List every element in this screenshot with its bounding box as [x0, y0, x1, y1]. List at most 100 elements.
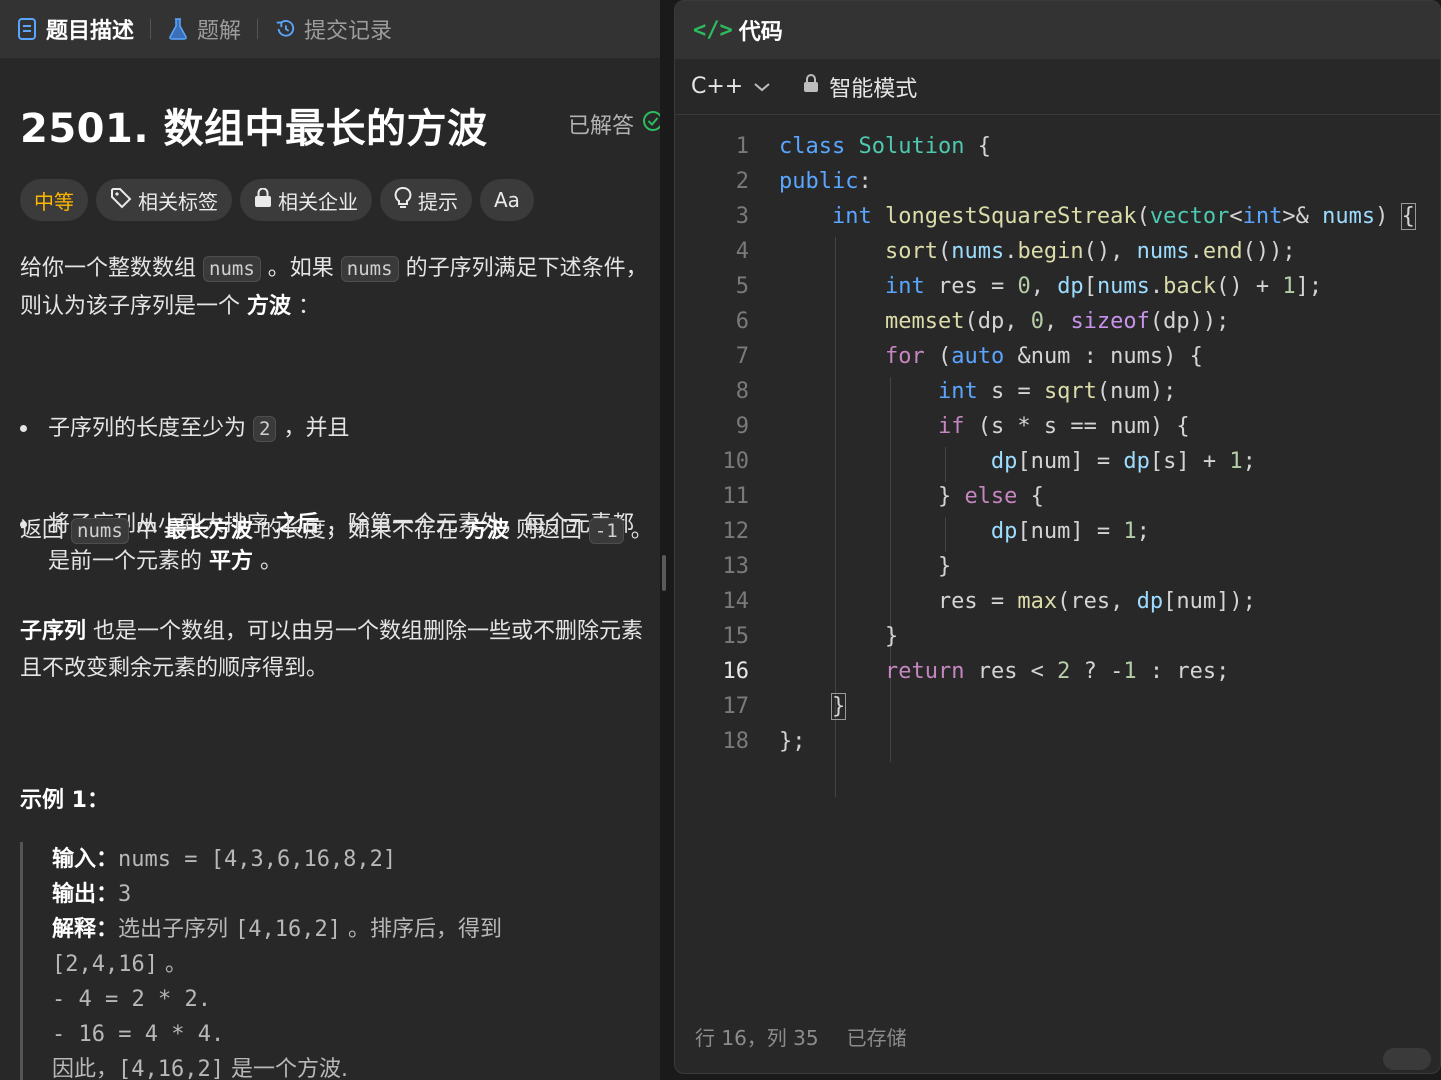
code-text: }; [779, 729, 806, 754]
code-line: 14 res = max(res, dp[num]); [675, 584, 1440, 619]
lock-icon [803, 74, 819, 99]
example-input: 输入：nums = [4,3,6,16,8,2] [52, 842, 660, 877]
code-line: 5 int res = 0, dp[nums.back() + 1]; [675, 269, 1440, 304]
code-editor[interactable]: 1 class Solution { 2 public: 3 int longest… [675, 129, 1440, 797]
line-number: 17 [722, 694, 750, 719]
example-explanation: 解释：选出子序列 [4,16,2] 。排序后，得到 [52, 912, 660, 947]
lock-icon [254, 187, 272, 213]
text: 则返回 [515, 518, 582, 543]
line-number: 4 [735, 239, 749, 264]
companies-button[interactable]: 相关企业 [240, 179, 372, 221]
code-text: dp[num] = dp[s] + 1; [990, 449, 1256, 474]
tab-description-label: 题目描述 [46, 19, 135, 44]
tab-submissions[interactable]: 提交记录 [274, 0, 392, 58]
code-line: 10 dp[num] = dp[s] + 1; [675, 444, 1440, 479]
tab-divider [257, 19, 259, 39]
code-text: } [779, 554, 952, 579]
line-number: 2 [735, 169, 749, 194]
code-line: 16 return res < 2 ? -1 : res; [675, 654, 1440, 689]
text: 。 [260, 549, 283, 574]
code-text: } [830, 693, 847, 720]
line-number: 10 [722, 449, 750, 474]
history-icon [274, 18, 296, 40]
text: 。如果 [267, 256, 334, 281]
solved-status: 已解答 [568, 108, 660, 140]
difficulty-badge: 中等 [20, 179, 88, 221]
language-select[interactable]: C++ [691, 74, 771, 99]
label: 输出： [52, 882, 119, 907]
problem-title: 2501. 数组中最长的方波 [20, 106, 488, 152]
line-number: 13 [722, 554, 750, 579]
code-panel-header: </> 代码 [675, 1, 1440, 59]
code-line: 18}; [675, 724, 1440, 759]
code-text: int s = sqrt(num); [937, 379, 1177, 404]
tab-description[interactable]: 题目描述 [16, 0, 134, 58]
value: nums = [4,3,6,16,8,2] [118, 847, 397, 872]
tags-button[interactable]: 相关标签 [96, 179, 232, 221]
line-number: 9 [735, 414, 749, 439]
label: 输入： [52, 847, 119, 872]
code-text: } [779, 624, 899, 649]
text: 也是一个数组，可以由另一个数组删除一些或不删除元素且不改变剩余元素的顺序得到。 [20, 619, 644, 681]
flask-icon [167, 18, 189, 40]
example-title: 示例 1： [20, 788, 109, 813]
translate-button[interactable]: Aa [480, 179, 534, 221]
text: 中 [135, 518, 158, 543]
code-text: class Solution { [779, 134, 991, 159]
problem-panel: 题目描述 题解 提交记录 2501. 数组中最长的方波 已解答 中等 相关标签 … [0, 0, 660, 1080]
code-text: int res = 0, dp[nums.back() + 1]; [884, 274, 1323, 299]
lightbulb-icon [394, 186, 412, 214]
line-number: 8 [735, 379, 749, 404]
example-block: 输入：nums = [4,3,6,16,8,2] 输出：3 解释：选出子序列 [… [20, 842, 660, 1080]
tab-solutions[interactable]: 题解 [167, 0, 241, 58]
hint-button[interactable]: 提示 [380, 179, 472, 221]
example-line: 因此，[4,16,2] 是一个方波. [52, 1052, 660, 1080]
text: 的长度，如果不存在 [259, 518, 458, 543]
line-number: 14 [722, 589, 750, 614]
line-number: 1 [735, 134, 749, 159]
code-line: 2 public: [675, 164, 1440, 199]
tag-icon [110, 187, 132, 214]
example-line: - 4 = 2 * 2. [52, 987, 211, 1012]
code-text: memset(dp, 0, sizeof(dp)); [884, 309, 1230, 334]
translate-icon: Aa [494, 188, 520, 212]
code-line: 13 } [675, 549, 1440, 584]
line-number: 6 [735, 309, 749, 334]
line-number: 7 [735, 344, 749, 369]
mode-label: 智能模式 [829, 76, 918, 102]
problem-title-row: 2501. 数组中最长的方波 已解答 [20, 98, 660, 152]
inline-code: nums [71, 518, 129, 544]
code-text: public: [779, 169, 872, 194]
line-number: 12 [722, 519, 750, 544]
difficulty-label: 中等 [34, 189, 74, 214]
code-text: if (s * s == num) { [937, 414, 1190, 439]
value: [4,16,2] [118, 1057, 224, 1080]
code-line: 11 } else { [675, 479, 1440, 514]
bold-text: 方波 [247, 294, 292, 319]
inline-code: nums [203, 256, 261, 282]
value: [2,4,16] [52, 952, 158, 977]
code-line: 17 } [675, 689, 1440, 724]
text: 选出子序列 [118, 917, 229, 942]
text: 。 [630, 518, 653, 543]
code-line: 7 for (auto &num : nums) { [675, 339, 1440, 374]
code-text: dp[num] = 1; [990, 519, 1150, 544]
smart-mode-toggle[interactable]: 智能模式 [803, 71, 917, 103]
code-line: 12 dp[num] = 1; [675, 514, 1440, 549]
description-paragraph-2: 返回 nums 中 最长方波 的长度，如果不存在 方波 则返回 -1 。 [20, 512, 660, 550]
code-text: for (auto &num : nums) { [884, 344, 1203, 369]
line-number: 5 [735, 274, 749, 299]
companies-label: 相关企业 [278, 189, 358, 214]
line-number: 15 [722, 624, 750, 649]
description-paragraph-3: 子序列 也是一个数组，可以由另一个数组删除一些或不删除元素且不改变剩余元素的顺序… [20, 613, 660, 687]
editor-toolbar: C++ 智能模式 [675, 59, 1440, 115]
value: 3 [118, 882, 132, 907]
code-line: 15 } [675, 619, 1440, 654]
bold-text: 最长方波 [164, 518, 253, 543]
example-line: [2,4,16] 。 [52, 947, 660, 982]
text: 。排序后，得到 [348, 917, 503, 942]
save-status: 已存储 [846, 1026, 907, 1050]
value: [4,16,2] [235, 917, 341, 942]
panel-resize-handle[interactable] [662, 555, 666, 591]
bold-text: 方波 [464, 518, 509, 543]
